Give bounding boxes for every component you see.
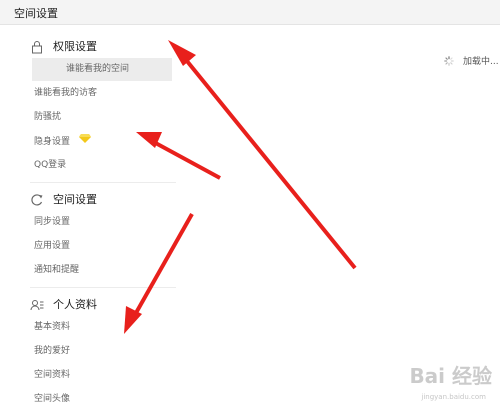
sidebar-item-label: 空间资料 bbox=[34, 370, 71, 380]
loading-spinner-icon bbox=[444, 55, 454, 66]
sidebar-item-label: 空间头像 bbox=[34, 394, 71, 404]
top-bar: 空间设置 bbox=[0, 0, 500, 25]
sidebar-item-invisible-settings[interactable]: 隐身设置 bbox=[0, 130, 142, 153]
profile-card-icon bbox=[30, 297, 44, 311]
sidebar-item-basic-info[interactable]: 基本资料 bbox=[0, 316, 142, 339]
watermark-logo: Bai 经验 bbox=[409, 364, 492, 388]
sidebar-item-space-avatar[interactable]: 空间头像 bbox=[0, 388, 142, 411]
sidebar-item-app-settings[interactable]: 应用设置 bbox=[0, 235, 142, 258]
sidebar-item-qq-login[interactable]: QQ登录 bbox=[0, 154, 142, 177]
section-title-profile: 个人资料 bbox=[53, 298, 97, 311]
section-divider bbox=[30, 182, 176, 183]
arrow-to-permissions bbox=[168, 40, 357, 270]
lock-icon bbox=[30, 39, 44, 54]
section-title-permissions: 权限设置 bbox=[53, 40, 97, 53]
sidebar-item-notifications[interactable]: 通知和提醒 bbox=[0, 259, 142, 282]
sidebar-item-label: 我的爱好 bbox=[34, 346, 71, 356]
sidebar-item-sync-settings[interactable]: 同步设置 bbox=[0, 211, 142, 234]
sidebar-item-who-can-view-space[interactable]: 谁能看我的空间 bbox=[32, 58, 172, 81]
section-title-space-settings: 空间设置 bbox=[53, 193, 97, 206]
sidebar-item-label: 应用设置 bbox=[34, 241, 71, 251]
watermark-url: jingyan.baidu.com bbox=[421, 393, 486, 401]
sidebar-item-space-info[interactable]: 空间资料 bbox=[0, 364, 142, 387]
settings-sidebar: 权限设置 谁能看我的空间 谁能看我的访客 防骚扰 隐身设置 QQ登录 空间设置 bbox=[0, 24, 176, 411]
loading-indicator: 加载中... bbox=[444, 54, 499, 67]
sidebar-item-who-can-view-visitors[interactable]: 谁能看我的访客 bbox=[0, 82, 142, 105]
diamond-icon bbox=[78, 130, 91, 153]
sidebar-item-label: 通知和提醒 bbox=[34, 265, 80, 275]
sidebar-item-label: 谁能看我的空间 bbox=[66, 64, 130, 74]
sidebar-item-label: QQ登录 bbox=[34, 160, 67, 170]
sidebar-item-anti-harassment[interactable]: 防骚扰 bbox=[0, 106, 142, 129]
sidebar-item-hobbies[interactable]: 我的爱好 bbox=[0, 340, 142, 363]
page-title: 空间设置 bbox=[14, 7, 58, 20]
section-header-space-settings: 空间设置 bbox=[30, 190, 97, 208]
section-header-profile: 个人资料 bbox=[30, 295, 97, 313]
sidebar-item-label: 隐身设置 bbox=[34, 137, 71, 147]
loading-text: 加载中... bbox=[463, 57, 499, 67]
sidebar-item-label: 防骚扰 bbox=[34, 112, 62, 122]
section-divider bbox=[30, 287, 176, 288]
sync-icon bbox=[30, 192, 44, 206]
sidebar-item-label: 基本资料 bbox=[34, 322, 71, 332]
sidebar-item-label: 谁能看我的访客 bbox=[34, 88, 98, 98]
sidebar-item-label: 同步设置 bbox=[34, 217, 71, 227]
section-header-permissions: 权限设置 bbox=[30, 37, 97, 55]
